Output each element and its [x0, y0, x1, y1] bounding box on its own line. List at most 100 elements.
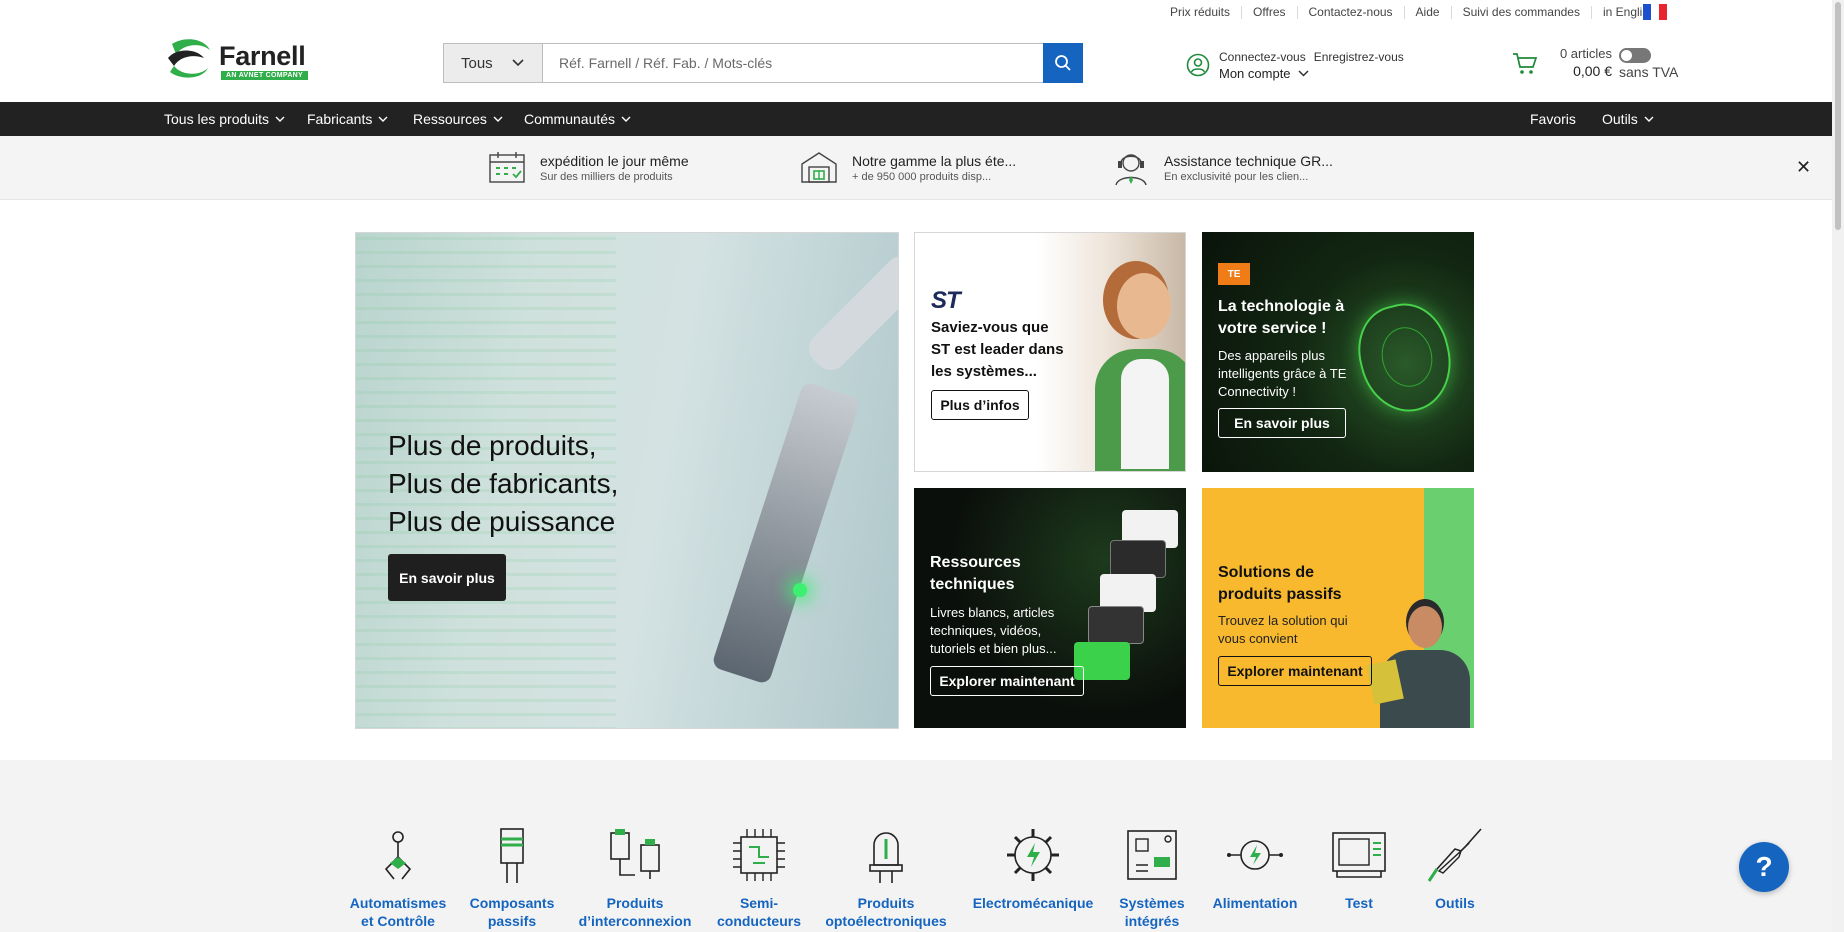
te-promo-tile[interactable]: TE La technologie à votre service ! Des … — [1202, 232, 1474, 472]
gear-bolt-icon — [1007, 829, 1059, 881]
resources-explore-button[interactable]: Explorer maintenant — [930, 666, 1084, 696]
category-semiconductors[interactable]: Semi- conducteurs — [695, 825, 823, 930]
led-icon — [869, 832, 903, 883]
help-chat-button[interactable]: ? — [1739, 842, 1789, 892]
util-link-discounts[interactable]: Prix réduits — [1159, 6, 1241, 19]
chevron-down-icon — [378, 116, 388, 122]
scrollbar-thumb[interactable] — [1835, 2, 1841, 230]
nav-communities[interactable]: Communautés — [524, 111, 631, 127]
hero-title: Plus de produits, Plus de fabricants, Pl… — [388, 427, 618, 541]
utility-bar: Prix réduits Offres Contactez-nous Aide … — [0, 0, 1844, 24]
nav-all-products[interactable]: Tous les produits — [164, 111, 285, 127]
st-promo-tile[interactable]: ST Saviez-vous que ST est leader dans le… — [914, 232, 1186, 472]
te-learn-more-button[interactable]: En savoir plus — [1218, 408, 1346, 438]
page-scrollbar[interactable] — [1832, 0, 1844, 932]
te-logo: TE — [1218, 263, 1250, 285]
benefit-product-range[interactable]: Notre gamme la plus éte... + de 950 000 … — [800, 150, 1040, 188]
passives-promo-tile[interactable]: Solutions de produits passifs Trouvez la… — [1202, 488, 1474, 728]
chevron-down-icon — [493, 116, 503, 122]
account-links: Connectez-vous Enregistrez-vous — [1219, 50, 1404, 64]
hero-title-line: Plus de produits, — [388, 430, 597, 461]
benefit-title: expédition le jour même — [540, 153, 689, 169]
my-account-menu[interactable]: Mon compte — [1219, 66, 1309, 81]
close-icon[interactable]: ✕ — [1796, 158, 1811, 176]
account-area[interactable]: Connectez-vous Enregistrez-vous Mon compt… — [1186, 48, 1426, 84]
vat-toggle[interactable] — [1619, 48, 1651, 63]
category-strip: Automatismes et Contrôle Composants pass… — [0, 760, 1844, 932]
nav-tools-label: Outils — [1602, 111, 1638, 127]
robot-arm-image — [802, 249, 898, 377]
st-logo: ST — [931, 287, 961, 314]
util-link-offers[interactable]: Offres — [1241, 6, 1296, 19]
category-label: Automatismes et Contrôle — [349, 895, 447, 929]
category-optoelectronics[interactable]: Produits optoélectroniques — [822, 825, 950, 930]
category-label: Electromécanique — [972, 895, 1094, 911]
login-link[interactable]: Connectez-vous — [1219, 50, 1306, 64]
search-button[interactable] — [1043, 43, 1083, 83]
category-label: Outils — [1435, 895, 1475, 911]
logo-wordmark: Farnell — [219, 41, 306, 71]
nav-resources[interactable]: Ressources — [413, 111, 503, 127]
man-head-image — [1408, 606, 1442, 648]
france-flag-icon[interactable] — [1643, 4, 1667, 20]
soldering-iron-icon — [1427, 828, 1482, 882]
search-icon — [1055, 55, 1071, 71]
util-link-order-tracking[interactable]: Suivi des commandes — [1450, 6, 1591, 19]
benefit-tech-support[interactable]: Assistance technique GR... En exclusivit… — [1112, 150, 1352, 188]
man-photo — [1366, 606, 1470, 728]
register-link[interactable]: Enregistrez-vous — [1314, 50, 1404, 64]
connector-icon — [610, 829, 660, 879]
nav-communities-label: Communautés — [524, 111, 616, 127]
hero-title-line: Plus de fabricants, — [388, 468, 619, 499]
te-title-line: votre service ! — [1218, 320, 1327, 337]
search-input[interactable] — [543, 44, 1043, 82]
chevron-down-icon — [1298, 70, 1309, 77]
category-electromechanical[interactable]: Electromécanique — [969, 825, 1097, 912]
benefit-title: Notre gamme la plus éte... — [852, 153, 1017, 169]
st-more-info-button[interactable]: Plus d’infos — [931, 390, 1029, 420]
category-label: Composants passifs — [469, 895, 555, 929]
passives-explore-button[interactable]: Explorer maintenant — [1218, 656, 1372, 686]
hero-banner[interactable]: Plus de produits, Plus de fabricants, Pl… — [355, 232, 899, 729]
resources-promo-tile[interactable]: Ressources techniques Livres blancs, art… — [914, 488, 1186, 728]
logo-badge: AN AVNET COMPANY — [221, 71, 309, 80]
util-link-contact[interactable]: Contactez-nous — [1296, 6, 1404, 19]
farnell-logo-mark-icon — [168, 39, 210, 78]
main-nav: Tous les produits Fabricants Ressources … — [0, 102, 1844, 136]
category-tools[interactable]: Outils — [1391, 825, 1519, 912]
nav-manufacturers[interactable]: Fabricants — [307, 111, 388, 127]
benefit-subtitle: Sur des milliers de produits — [540, 171, 673, 183]
search-category-select[interactable]: Tous — [444, 44, 543, 82]
cart-area[interactable]: 0 articles 0,00 € sans TVA — [1512, 44, 1678, 88]
board-icon — [1127, 830, 1177, 880]
nav-favorites[interactable]: Favoris — [1530, 111, 1576, 127]
search-category-value: Tous — [461, 54, 493, 72]
benefits-bar: expédition le jour même Sur des milliers… — [0, 136, 1844, 200]
util-link-help[interactable]: Aide — [1403, 6, 1451, 19]
benefit-same-day-shipping[interactable]: expédition le jour même Sur des milliers… — [488, 150, 728, 188]
category-passive-components[interactable]: Composants passifs — [448, 825, 576, 930]
category-label: Produits optoélectroniques — [825, 895, 947, 929]
hero-learn-more-button[interactable]: En savoir plus — [388, 554, 506, 601]
vat-label: sans TVA — [1619, 64, 1679, 80]
chat-card-image — [1088, 606, 1144, 644]
cart-icon — [1513, 53, 1538, 74]
te-tile-text: Des appareils plus intelligents grâce à … — [1218, 348, 1347, 399]
chevron-down-icon — [275, 116, 285, 122]
power-icon — [1227, 840, 1283, 870]
user-icon — [1186, 53, 1210, 77]
chip-icon — [733, 829, 785, 881]
category-interconnect[interactable]: Produits d’interconnexion — [571, 825, 699, 930]
resistor-icon — [500, 828, 524, 883]
warehouse-icon — [801, 152, 837, 183]
benefit-title: Assistance technique GR... — [1164, 153, 1333, 169]
robot-arm-icon — [384, 831, 412, 880]
hero-title-line: Plus de puissance — [388, 506, 616, 537]
farnell-logo[interactable]: Farnell AN AVNET COMPANY — [164, 36, 309, 82]
resources-title-line: Ressources — [930, 554, 1021, 571]
te-title-line: La technologie à — [1218, 298, 1345, 315]
passives-tile-text: Trouvez la solution qui vous convient — [1218, 613, 1348, 646]
category-automation[interactable]: Automatismes et Contrôle — [334, 825, 462, 930]
cart-total: 0,00 € — [1573, 63, 1612, 79]
nav-tools[interactable]: Outils — [1602, 111, 1654, 127]
